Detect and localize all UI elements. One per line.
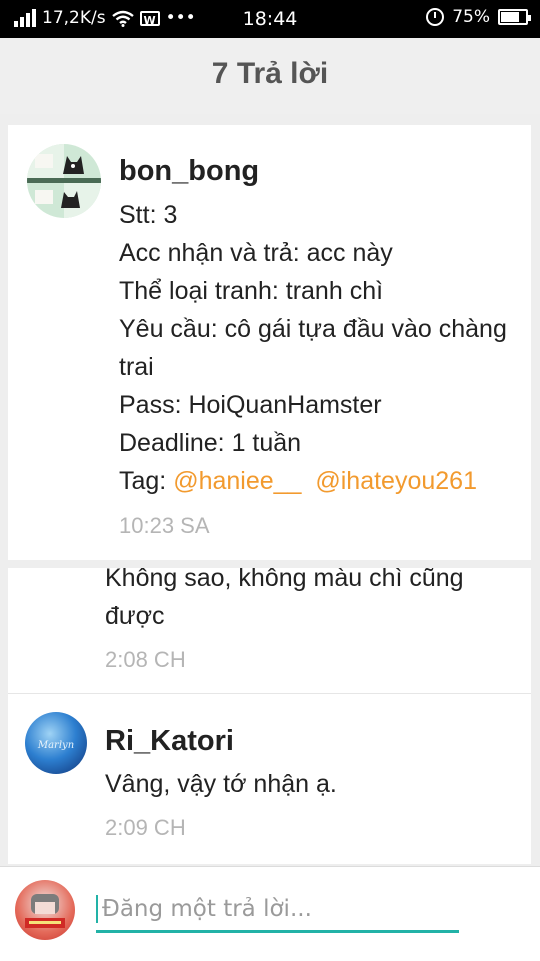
reply-card: bon_bong Stt: 3 Acc nhận và trả: acc này… (8, 125, 531, 560)
alarm-icon (426, 8, 445, 26)
post-line: được (105, 602, 165, 630)
battery-icon (498, 9, 531, 25)
username[interactable]: Ri_Katori (105, 725, 234, 758)
text-cursor (96, 895, 98, 923)
avatar[interactable]: Marlyn (25, 712, 87, 774)
tag-label: Tag: (119, 467, 174, 495)
post-line: Yêu cầu: cô gái tựa đầu vào chàng (119, 315, 507, 343)
post-line: Acc nhận và trả: acc này (119, 239, 393, 267)
post-line: Deadline: 1 tuần (119, 429, 302, 457)
svg-text:Marlyn: Marlyn (37, 740, 74, 751)
page-title: 7 Trả lời (211, 57, 329, 90)
app-header: 7 Trả lời (0, 38, 540, 114)
battery-percent: 75% (452, 7, 490, 27)
post-line: Thể loại tranh: tranh chì (119, 277, 384, 305)
reply-composer: Đăng một trả lời... (0, 866, 540, 961)
username[interactable]: bon_bong (119, 155, 259, 188)
timestamp: 2:09 CH (105, 815, 186, 840)
timestamp: 10:23 SA (119, 513, 210, 538)
reply-card: Không sao, không màu chì cũng được 2:08 … (8, 568, 531, 693)
reply-card: Marlyn Ri_Katori Vâng, vậy tớ nhận ạ. 2:… (8, 694, 531, 864)
timestamp: 2:08 CH (105, 647, 186, 672)
current-user-avatar[interactable] (15, 880, 75, 940)
reply-input[interactable]: Đăng một trả lời... (96, 889, 459, 933)
post-line: trai (119, 353, 154, 381)
post-line: Pass: HoiQuanHamster (119, 391, 382, 419)
mention-link[interactable]: @ihateyou261 (315, 467, 477, 495)
mention-link[interactable]: @haniee__ (173, 467, 301, 495)
post-line: Không sao, không màu chì cũng (105, 568, 464, 592)
post-line: Stt: 3 (119, 201, 178, 229)
avatar[interactable] (27, 144, 101, 218)
post-line: Vâng, vậy tớ nhận ạ. (105, 770, 337, 798)
status-bar: 17,2K/s W ••• 18:44 75% (0, 0, 540, 38)
tag-line: Tag: @haniee__ @ihateyou261 (119, 467, 477, 496)
